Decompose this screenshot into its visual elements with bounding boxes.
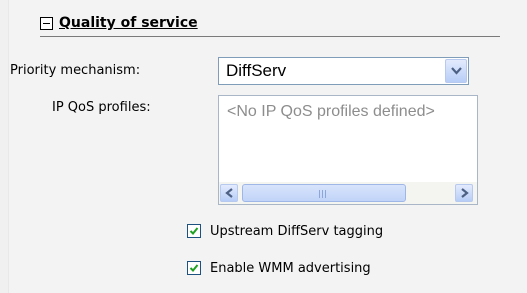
horizontal-scrollbar[interactable] — [219, 182, 477, 204]
section-title[interactable]: Quality of service — [59, 15, 198, 31]
enable-wmm-advertising-checkbox[interactable] — [187, 261, 201, 275]
chevron-right-icon — [461, 188, 469, 198]
enable-wmm-advertising-label[interactable]: Enable WMM advertising — [210, 261, 371, 276]
dropdown-button[interactable] — [445, 59, 467, 83]
minus-box-icon[interactable] — [40, 16, 53, 30]
check-icon — [189, 264, 199, 272]
list-placeholder: <No IP QoS profiles defined> — [227, 103, 435, 120]
upstream-diffserv-tagging-checkbox[interactable] — [187, 224, 201, 238]
chevron-left-icon — [225, 188, 233, 198]
scroll-right-button[interactable] — [455, 184, 473, 202]
upstream-diffserv-tagging-option[interactable]: Upstream DiffServ tagging — [187, 222, 383, 240]
qos-panel: Quality of service Priority mechanism: D… — [0, 0, 527, 293]
section-header[interactable]: Quality of service — [40, 12, 198, 34]
ip-qos-profiles-label: IP QoS profiles: — [52, 100, 151, 115]
left-divider — [0, 0, 9, 293]
enable-wmm-advertising-option[interactable]: Enable WMM advertising — [187, 259, 371, 277]
grip-icon — [319, 190, 329, 198]
ip-qos-profiles-list[interactable]: <No IP QoS profiles defined> — [218, 95, 478, 205]
chevron-down-icon — [451, 67, 462, 75]
priority-mechanism-value: DiffServ — [226, 61, 287, 80]
check-icon — [189, 227, 199, 235]
priority-mechanism-select[interactable]: DiffServ — [218, 57, 469, 85]
scroll-left-button[interactable] — [220, 184, 238, 202]
scroll-thumb[interactable] — [242, 184, 406, 202]
upstream-diffserv-tagging-label[interactable]: Upstream DiffServ tagging — [210, 224, 383, 239]
priority-mechanism-label: Priority mechanism: — [10, 63, 141, 78]
section-divider — [40, 36, 500, 37]
